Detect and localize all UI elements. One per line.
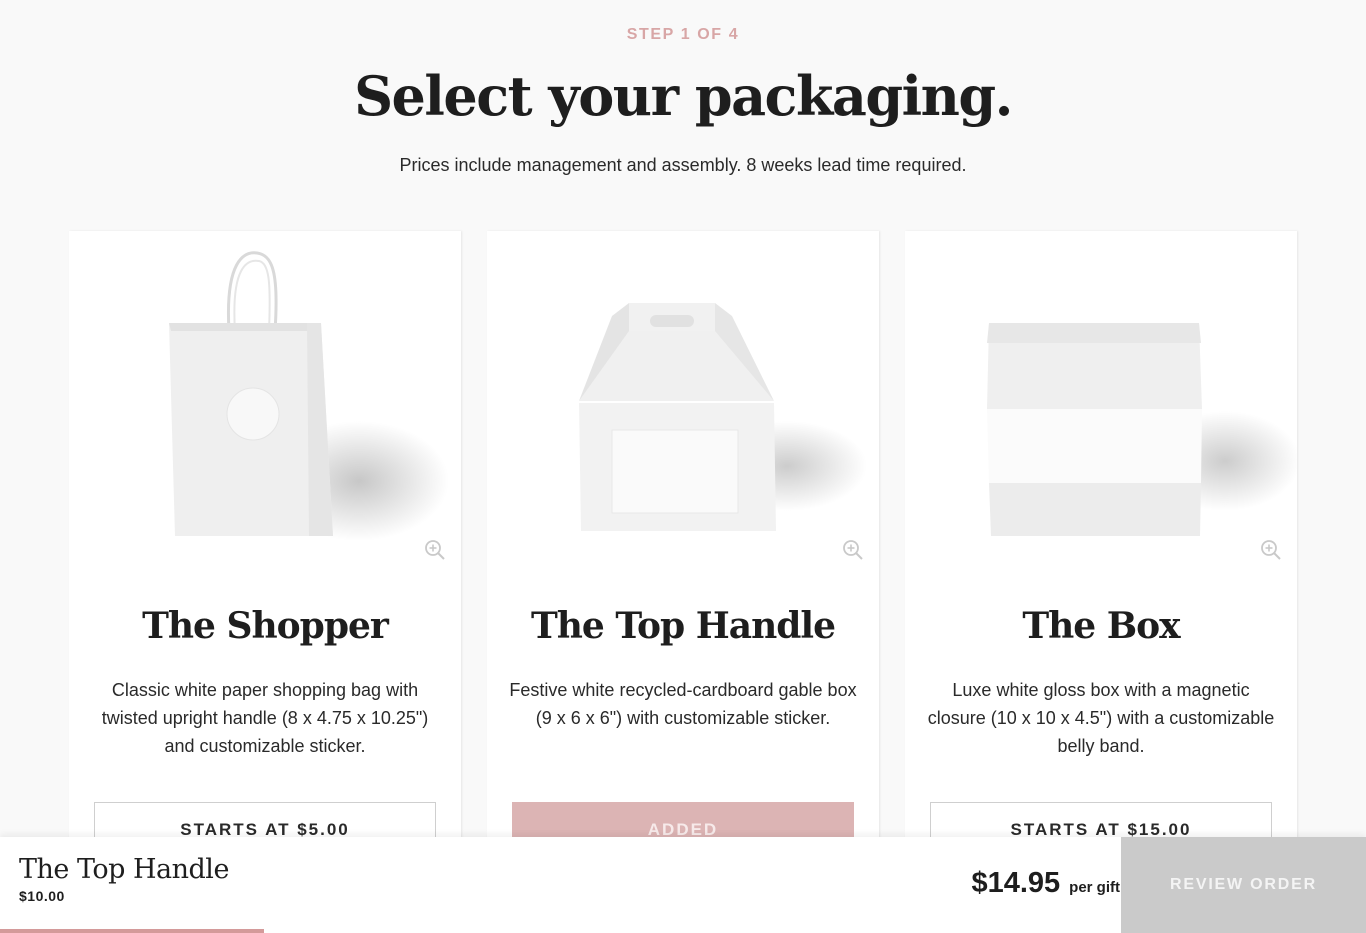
total-amount: $14.95: [971, 867, 1061, 899]
zoom-in-icon[interactable]: [1260, 539, 1282, 561]
gift-box-image[interactable]: [905, 231, 1300, 571]
card-description: Festive white recycled-cardboard gable b…: [509, 680, 857, 728]
packaging-card-box[interactable]: The Box Luxe white gloss box with a magn…: [905, 231, 1300, 871]
review-order-button[interactable]: REVIEW ORDER: [1121, 837, 1366, 933]
step-indicator: STEP 1 OF 4: [626, 26, 740, 43]
progress-track: [0, 929, 1366, 933]
selected-packaging-name: The Top Handle: [19, 854, 229, 885]
order-summary-bar: The Top Handle $10.00 $14.95 per gift RE…: [0, 837, 1366, 933]
card-title: The Box: [1022, 605, 1180, 647]
page-subtitle: Prices include management and assembly. …: [399, 155, 967, 175]
card-description: Luxe white gloss box with a magnetic clo…: [927, 680, 1275, 756]
packaging-card-shopper[interactable]: The Shopper Classic white paper shopping…: [69, 231, 461, 871]
zoom-in-icon[interactable]: [842, 539, 864, 561]
card-description: Classic white paper shopping bag with tw…: [101, 680, 429, 756]
gable-box-image[interactable]: [487, 231, 879, 571]
card-title: The Shopper: [142, 605, 389, 647]
zoom-in-icon[interactable]: [424, 539, 446, 561]
card-title: The Top Handle: [530, 605, 836, 647]
packaging-card-top-handle[interactable]: The Top Handle Festive white recycled-ca…: [487, 231, 879, 871]
progress-bar: [0, 929, 264, 933]
total-price: $14.95 per gift: [971, 867, 1120, 900]
shopping-bag-image[interactable]: [69, 231, 461, 571]
selected-packaging-price: $10.00: [19, 888, 65, 904]
total-unit: per gift: [1069, 879, 1120, 896]
page-title: Select your packaging.: [354, 64, 1013, 128]
